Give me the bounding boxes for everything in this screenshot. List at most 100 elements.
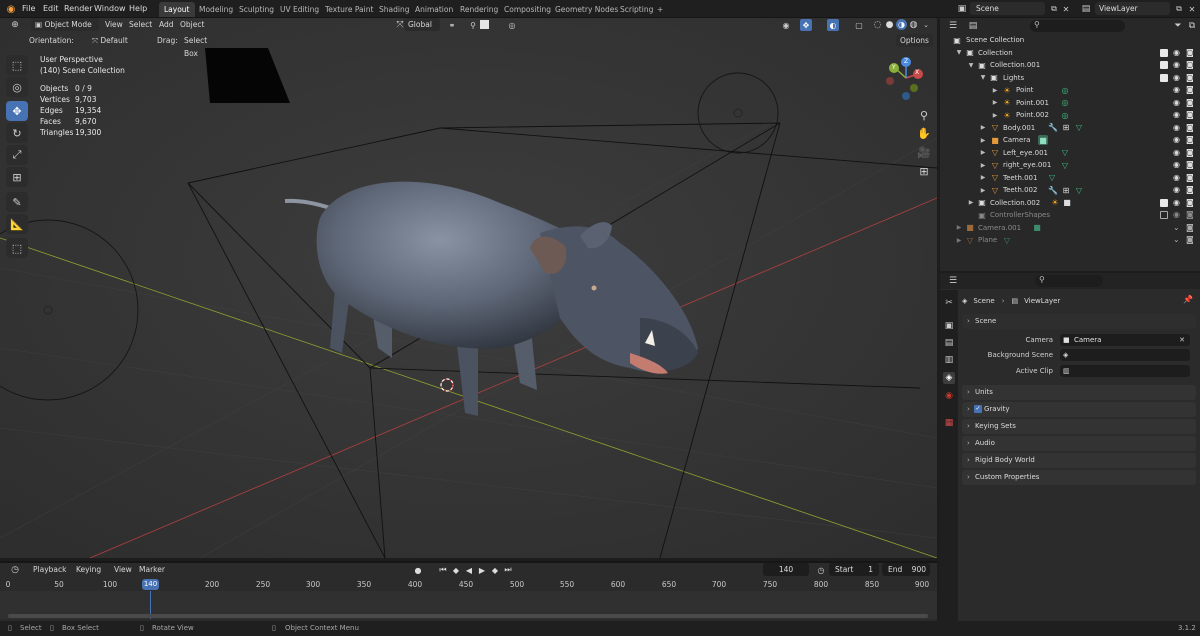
menu-keying[interactable]: Keying (72, 563, 105, 576)
add-workspace-button[interactable]: + (652, 2, 668, 17)
outliner-row-plane[interactable]: ▶ ▽ Plane ▽ ⌄ ◙ (940, 234, 1198, 247)
menu-object[interactable]: Object (176, 18, 208, 31)
proportional-edit-icon[interactable]: ◎ (506, 19, 518, 31)
blender-logo-icon[interactable]: ◉ (5, 3, 17, 15)
outliner-row-camera-001[interactable]: ▶ ■ Camera.001 ■ ⌄ ◙ (940, 222, 1198, 235)
render-tab-icon[interactable]: ▣ (943, 320, 955, 332)
exclude-checkbox[interactable] (1160, 73, 1168, 82)
current-frame-field[interactable]: 140 (763, 563, 809, 576)
outliner-search-input[interactable]: ⚲ (1030, 20, 1125, 32)
object-visibility-icon[interactable]: ◉ (780, 19, 792, 31)
jump-end-icon[interactable]: ⏭ (502, 564, 514, 576)
cursor-tool-icon[interactable]: ◎ (6, 77, 28, 97)
menu-select[interactable]: Select (125, 18, 156, 31)
move-tool-icon[interactable]: ✥ (6, 101, 28, 121)
visibility-eye-icon[interactable]: ◉ (1173, 110, 1180, 119)
tab-layout[interactable]: Layout (159, 2, 195, 17)
add-cube-tool-icon[interactable]: ⬚ (6, 238, 28, 258)
panel-custom-properties[interactable]: Custom Properties (962, 470, 1196, 485)
outliner-row-collection-002[interactable]: ▶ ▣ Collection.002 ☀ ■ ◉ ◙ (940, 197, 1198, 210)
expand-toggle-icon[interactable]: ▶ (966, 198, 976, 208)
expand-toggle-icon[interactable]: ▶ (990, 85, 1000, 95)
tab-shading[interactable]: Shading (374, 2, 414, 17)
render-camera-icon[interactable]: ◙ (1186, 110, 1194, 119)
visibility-eye-icon[interactable]: ◉ (1173, 73, 1180, 82)
view-layer-selector[interactable]: ViewLayer (1095, 2, 1170, 15)
background-scene-field[interactable]: ◈ (1060, 349, 1190, 361)
navigation-gizmo[interactable]: X Z Y (884, 56, 924, 100)
render-camera-icon[interactable]: ◙ (1186, 148, 1194, 157)
shading-options-icon[interactable]: ⌄ (921, 19, 931, 30)
tool-tab-icon[interactable]: ✂ (943, 297, 955, 309)
render-camera-icon[interactable]: ◙ (1186, 173, 1194, 182)
expand-toggle-icon[interactable]: ▶ (954, 223, 964, 233)
properties-editor-type-icon[interactable]: ☰ (946, 275, 960, 287)
prev-keyframe-icon[interactable]: ◆ (450, 564, 462, 576)
visibility-eye-icon[interactable]: ◉ (1173, 210, 1180, 219)
scene-icon[interactable]: ▣ (955, 3, 969, 15)
outliner-row-point[interactable]: ▶ ☀ Point ◎ ◉ ◙ (940, 84, 1198, 97)
menu-playback[interactable]: Playback (29, 563, 70, 576)
render-camera-icon[interactable]: ◙ (1186, 235, 1194, 244)
new-collection-icon[interactable]: ⧉ (1186, 20, 1198, 32)
record-icon[interactable]: ● (412, 564, 424, 576)
scene-tab-icon[interactable]: ◈ (943, 372, 955, 384)
menu-marker[interactable]: Marker (135, 563, 169, 576)
render-camera-icon[interactable]: ◙ (1186, 98, 1194, 107)
expand-toggle-icon[interactable]: ▶ (978, 123, 988, 133)
visibility-eye-icon[interactable]: ◉ (1173, 185, 1180, 194)
menu-edit[interactable]: Edit (43, 0, 59, 18)
expand-toggle-icon[interactable]: ▶ (978, 160, 988, 170)
visibility-eye-icon[interactable]: ⌄ (1173, 235, 1180, 244)
gravity-checkbox[interactable]: ✓ (974, 405, 982, 413)
shading-rendered-icon[interactable]: ◍ (908, 19, 919, 30)
active-clip-field[interactable]: ▥ (1060, 365, 1190, 377)
render-camera-icon[interactable]: ◙ (1186, 210, 1194, 219)
render-camera-icon[interactable]: ◙ (1186, 123, 1194, 132)
zoom-icon[interactable]: ⚲ (916, 107, 932, 123)
panel-audio[interactable]: Audio (962, 436, 1196, 451)
outliner-row-collection[interactable]: ▼ ▣ Collection ◉ ◙ (940, 47, 1198, 60)
pan-hand-icon[interactable]: ✋ (916, 125, 932, 141)
orthographic-toggle-icon[interactable]: ⊞ (916, 163, 932, 179)
outliner-row-collection-001[interactable]: ▼ ▣ Collection.001 ◉ ◙ (940, 59, 1198, 72)
pin-icon[interactable]: 📌 (1183, 295, 1193, 304)
next-keyframe-icon[interactable]: ◆ (489, 564, 501, 576)
tab-modeling[interactable]: Modeling (194, 2, 238, 17)
start-frame-field[interactable]: Start 1 (829, 563, 879, 576)
timeline-ruler[interactable]: 0 50 100 200 250 300 350 400 450 500 550… (0, 578, 937, 592)
outliner-editor-type-icon[interactable]: ☰ (946, 20, 960, 32)
3d-viewport[interactable] (0, 18, 937, 558)
transform-tool-icon[interactable]: ⊞ (6, 167, 28, 187)
visibility-eye-icon[interactable]: ◉ (1173, 85, 1180, 94)
shading-solid-icon[interactable]: ● (884, 19, 895, 30)
expand-toggle-icon[interactable]: ▶ (990, 110, 1000, 120)
outliner-row-body-001[interactable]: ▶ ▽ Body.001 🔧 ⊞ ▽ ◉ ◙ (940, 122, 1198, 135)
view-layer-icon[interactable]: ▤ (1079, 3, 1093, 15)
scene-selector[interactable]: Scene (970, 2, 1045, 15)
use-preview-range-icon[interactable]: ◷ (815, 564, 827, 576)
measure-tool-icon[interactable]: 📐 (6, 214, 28, 234)
shading-wireframe-icon[interactable]: ◌ (872, 19, 883, 30)
output-tab-icon[interactable]: ▤ (943, 337, 955, 349)
outliner-row-controllershapes[interactable]: ▣ ControllerShapes ◉ ◙ (940, 209, 1198, 222)
menu-view[interactable]: View (110, 563, 136, 576)
expand-toggle-icon[interactable]: ▼ (954, 48, 964, 58)
panel-rigid-body-world[interactable]: Rigid Body World (962, 453, 1196, 468)
new-view-layer-icon[interactable]: ⧉ (1173, 3, 1185, 15)
scale-tool-icon[interactable]: ⤢ (6, 145, 28, 165)
texture-tab-icon[interactable]: ▦ (943, 417, 955, 429)
options-button[interactable]: Options (896, 34, 933, 47)
remove-scene-icon[interactable]: ✕ (1060, 3, 1072, 15)
render-camera-icon[interactable]: ◙ (1186, 48, 1194, 57)
xray-toggle-icon[interactable]: ▢ (853, 19, 865, 31)
play-reverse-icon[interactable]: ◀ (463, 564, 475, 576)
view-layer-tab-icon[interactable]: ▥ (943, 354, 955, 366)
tab-rendering[interactable]: Rendering (455, 2, 503, 17)
exclude-checkbox[interactable] (1160, 48, 1168, 57)
expand-toggle-icon[interactable]: ▼ (978, 73, 988, 83)
visibility-eye-icon[interactable]: ◉ (1173, 173, 1180, 182)
exclude-checkbox[interactable] (1160, 61, 1168, 69)
pivot-icon[interactable]: ⚭ (446, 19, 458, 31)
visibility-eye-icon[interactable]: ◉ (1173, 48, 1180, 57)
